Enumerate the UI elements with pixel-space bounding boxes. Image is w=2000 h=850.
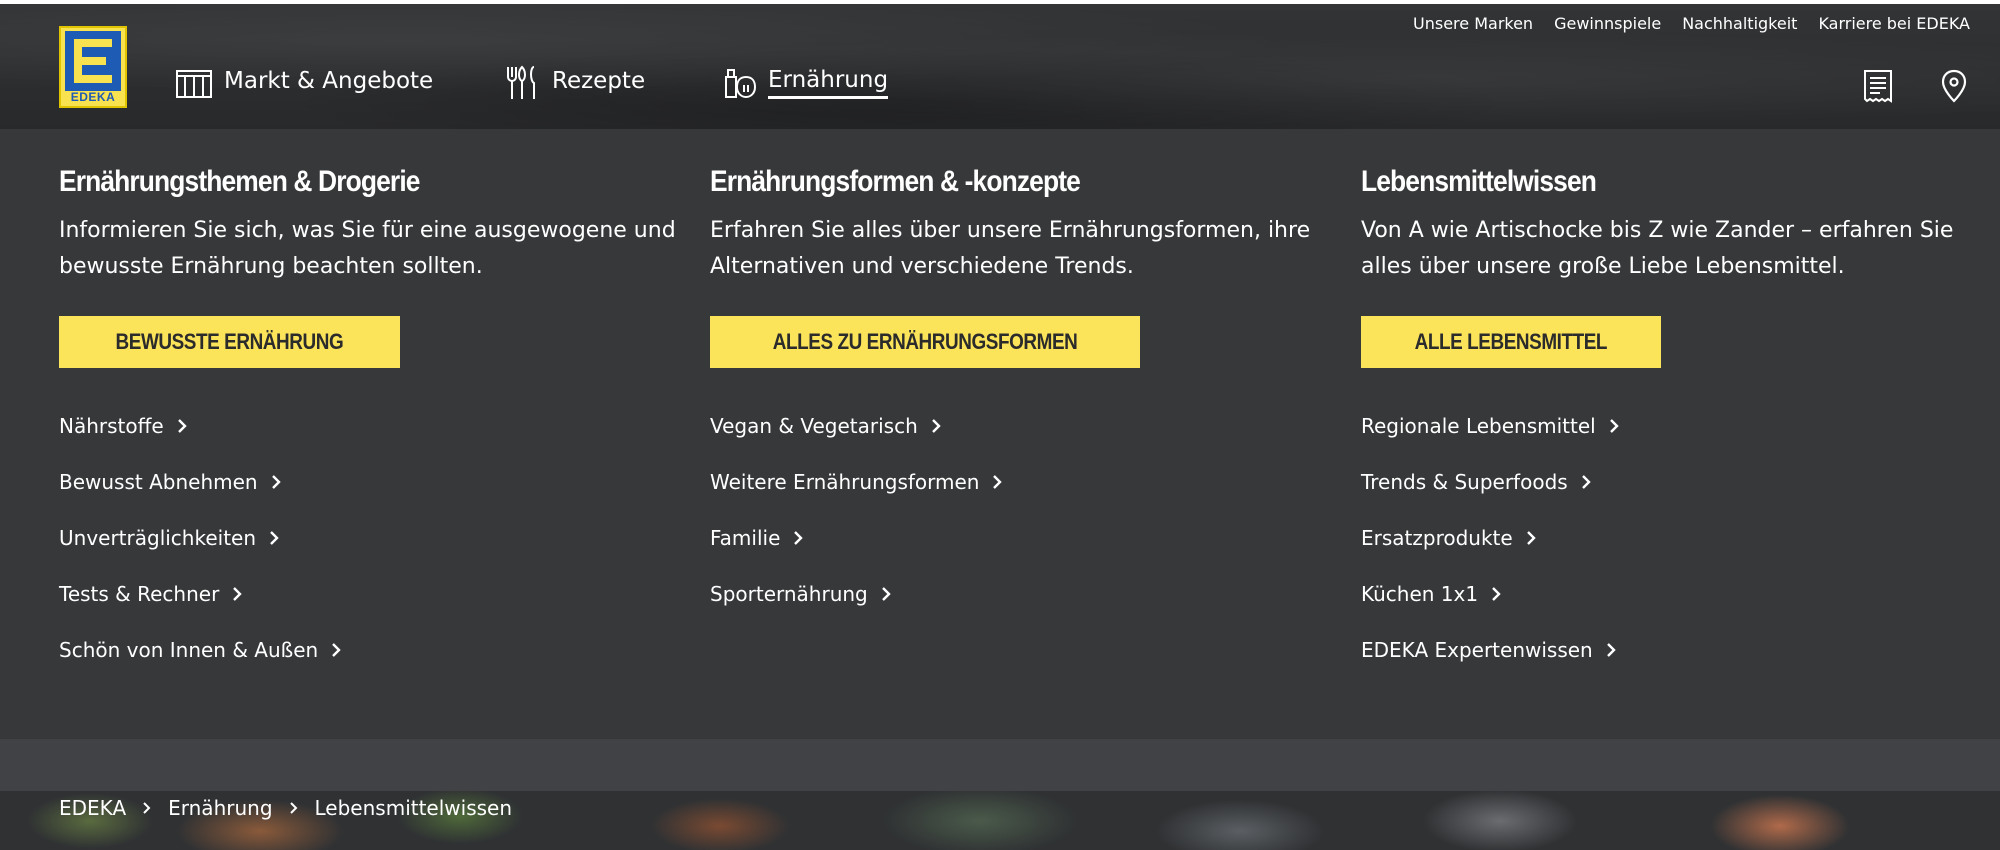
menu-column-ernaehrungsthemen: Ernährungsthemen & Drogerie Informieren … — [59, 165, 679, 678]
topnav-unsere-marken[interactable]: Unsere Marken — [1413, 14, 1533, 33]
link-schoen-von-innen[interactable]: Schön von Innen & Außen — [59, 622, 679, 678]
chevron-right-icon — [143, 802, 151, 814]
link-familie[interactable]: Familie — [710, 510, 1330, 566]
breadcrumb-ernaehrung[interactable]: Ernährung — [168, 796, 272, 820]
link-unvertraeglichkeiten[interactable]: Unverträglichkeiten — [59, 510, 679, 566]
nav-label: Ernährung — [768, 67, 889, 99]
chevron-right-icon — [1609, 419, 1619, 433]
column-title: Ernährungsformen & -konzepte — [710, 165, 1081, 198]
nav-label: Markt & Angebote — [224, 68, 434, 94]
breadcrumb: EDEKA Ernährung Lebensmittelwissen — [59, 793, 512, 823]
column-description: Informieren Sie sich, was Sie für eine a… — [59, 218, 676, 279]
chevron-right-icon — [271, 475, 281, 489]
column-description: Von A wie Artischocke bis Z wie Zander –… — [1361, 218, 1954, 279]
link-label: Unverträglichkeiten — [59, 526, 257, 550]
link-label: Trends & Superfoods — [1361, 470, 1568, 494]
link-label: Vegan & Vegetarisch — [710, 414, 918, 438]
site-header: EDEKA Markt & Angebote Rezepte Ernährung… — [0, 4, 2000, 129]
cta-label: BEWUSSTE ERNÄHRUNG — [115, 329, 344, 354]
column-links: Regionale Lebensmittel Trends & Superfoo… — [1361, 398, 1981, 678]
column-title: Ernährungsthemen & Drogerie — [59, 165, 420, 198]
link-label: Küchen 1x1 — [1361, 582, 1479, 606]
link-label: Tests & Rechner — [59, 582, 220, 606]
mega-menu: Ernährungsthemen & Drogerie Informieren … — [0, 129, 2000, 739]
link-label: Bewusst Abnehmen — [59, 470, 258, 494]
bewusste-ernaehrung-button[interactable]: BEWUSSTE ERNÄHRUNG — [59, 316, 400, 368]
topnav-karriere[interactable]: Karriere bei EDEKA — [1818, 14, 1970, 33]
link-sporternaehrung[interactable]: Sporternährung — [710, 566, 1330, 622]
link-regionale-lebensmittel[interactable]: Regionale Lebensmittel — [1361, 398, 1981, 454]
link-kuechen-1x1[interactable]: Küchen 1x1 — [1361, 566, 1981, 622]
menu-bottom-strip — [0, 739, 2000, 791]
cta-label: ALLE LEBENSMITTEL — [1414, 329, 1608, 354]
chevron-right-icon — [1526, 531, 1536, 545]
top-nav: Unsere Marken Gewinnspiele Nachhaltigkei… — [1413, 14, 1970, 33]
link-label: Familie — [710, 526, 781, 550]
link-label: Schön von Innen & Außen — [59, 638, 319, 662]
chevron-right-icon — [794, 531, 804, 545]
link-vegan-vegetarisch[interactable]: Vegan & Vegetarisch — [710, 398, 1330, 454]
link-label: Regionale Lebensmittel — [1361, 414, 1596, 438]
breadcrumb-lebensmittelwissen: Lebensmittelwissen — [314, 796, 513, 820]
chevron-right-icon — [1606, 643, 1616, 657]
column-description: Erfahren Sie alles über unsere Ernährung… — [710, 218, 1311, 279]
link-label: Sporternährung — [710, 582, 868, 606]
chevron-right-icon — [993, 475, 1003, 489]
location-pin-icon[interactable] — [1936, 68, 1972, 104]
chevron-right-icon — [289, 802, 297, 814]
link-label: Nährstoffe — [59, 414, 164, 438]
nav-markt-angebote[interactable]: Markt & Angebote — [174, 60, 433, 106]
alle-lebensmittel-button[interactable]: ALLE LEBENSMITTEL — [1361, 316, 1661, 368]
menu-column-lebensmittelwissen: Lebensmittelwissen Von A wie Artischocke… — [1361, 165, 1981, 678]
menu-column-ernaehrungsformen: Ernährungsformen & -konzepte Erfahren Si… — [710, 165, 1330, 622]
page: EDEKA Markt & Angebote Rezepte Ernährung… — [0, 0, 2000, 850]
chevron-right-icon — [931, 419, 941, 433]
column-links: Vegan & Vegetarisch Weitere Ernährungsfo… — [710, 398, 1330, 622]
chevron-right-icon — [1581, 475, 1591, 489]
column-title: Lebensmittelwissen — [1361, 165, 1597, 198]
nav-ernaehrung[interactable]: Ernährung — [718, 60, 889, 106]
chevron-right-icon — [177, 419, 187, 433]
logo-e-mark — [65, 31, 121, 91]
nav-rezepte[interactable]: Rezepte — [502, 60, 645, 106]
link-naehrstoffe[interactable]: Nährstoffe — [59, 398, 679, 454]
chevron-right-icon — [332, 643, 341, 657]
topnav-nachhaltigkeit[interactable]: Nachhaltigkeit — [1682, 14, 1797, 33]
cta-label: ALLES ZU ERNÄHRUNGSFORMEN — [772, 329, 1078, 354]
link-edeka-expertenwissen[interactable]: EDEKA Expertenwissen — [1361, 622, 1981, 678]
column-links: Nährstoffe Bewusst Abnehmen Unverträglic… — [59, 398, 679, 678]
chevron-right-icon — [1492, 587, 1501, 601]
chevron-right-icon — [233, 587, 242, 601]
chevron-right-icon — [881, 587, 891, 601]
edeka-logo[interactable]: EDEKA — [59, 26, 127, 108]
market-icon — [176, 70, 212, 98]
nav-label: Rezepte — [552, 68, 646, 94]
link-trends-superfoods[interactable]: Trends & Superfoods — [1361, 454, 1981, 510]
chevron-right-icon — [270, 531, 279, 545]
link-label: Weitere Ernährungsformen — [710, 470, 980, 494]
link-label: EDEKA Expertenwissen — [1361, 638, 1593, 662]
link-ersatzprodukte[interactable]: Ersatzprodukte — [1361, 510, 1981, 566]
link-weitere-ernaehrungsformen[interactable]: Weitere Ernährungsformen — [710, 454, 1330, 510]
breadcrumb-edeka[interactable]: EDEKA — [59, 796, 126, 820]
nutrition-icon — [725, 69, 757, 99]
link-bewusst-abnehmen[interactable]: Bewusst Abnehmen — [59, 454, 679, 510]
cutlery-icon — [507, 65, 535, 99]
alles-zu-ernaehrungsformen-button[interactable]: ALLES ZU ERNÄHRUNGSFORMEN — [710, 316, 1141, 368]
link-label: Ersatzprodukte — [1361, 526, 1513, 550]
logo-wordmark: EDEKA — [70, 90, 116, 104]
receipt-icon[interactable] — [1860, 68, 1896, 104]
topnav-gewinnspiele[interactable]: Gewinnspiele — [1554, 14, 1661, 33]
link-tests-rechner[interactable]: Tests & Rechner — [59, 566, 679, 622]
